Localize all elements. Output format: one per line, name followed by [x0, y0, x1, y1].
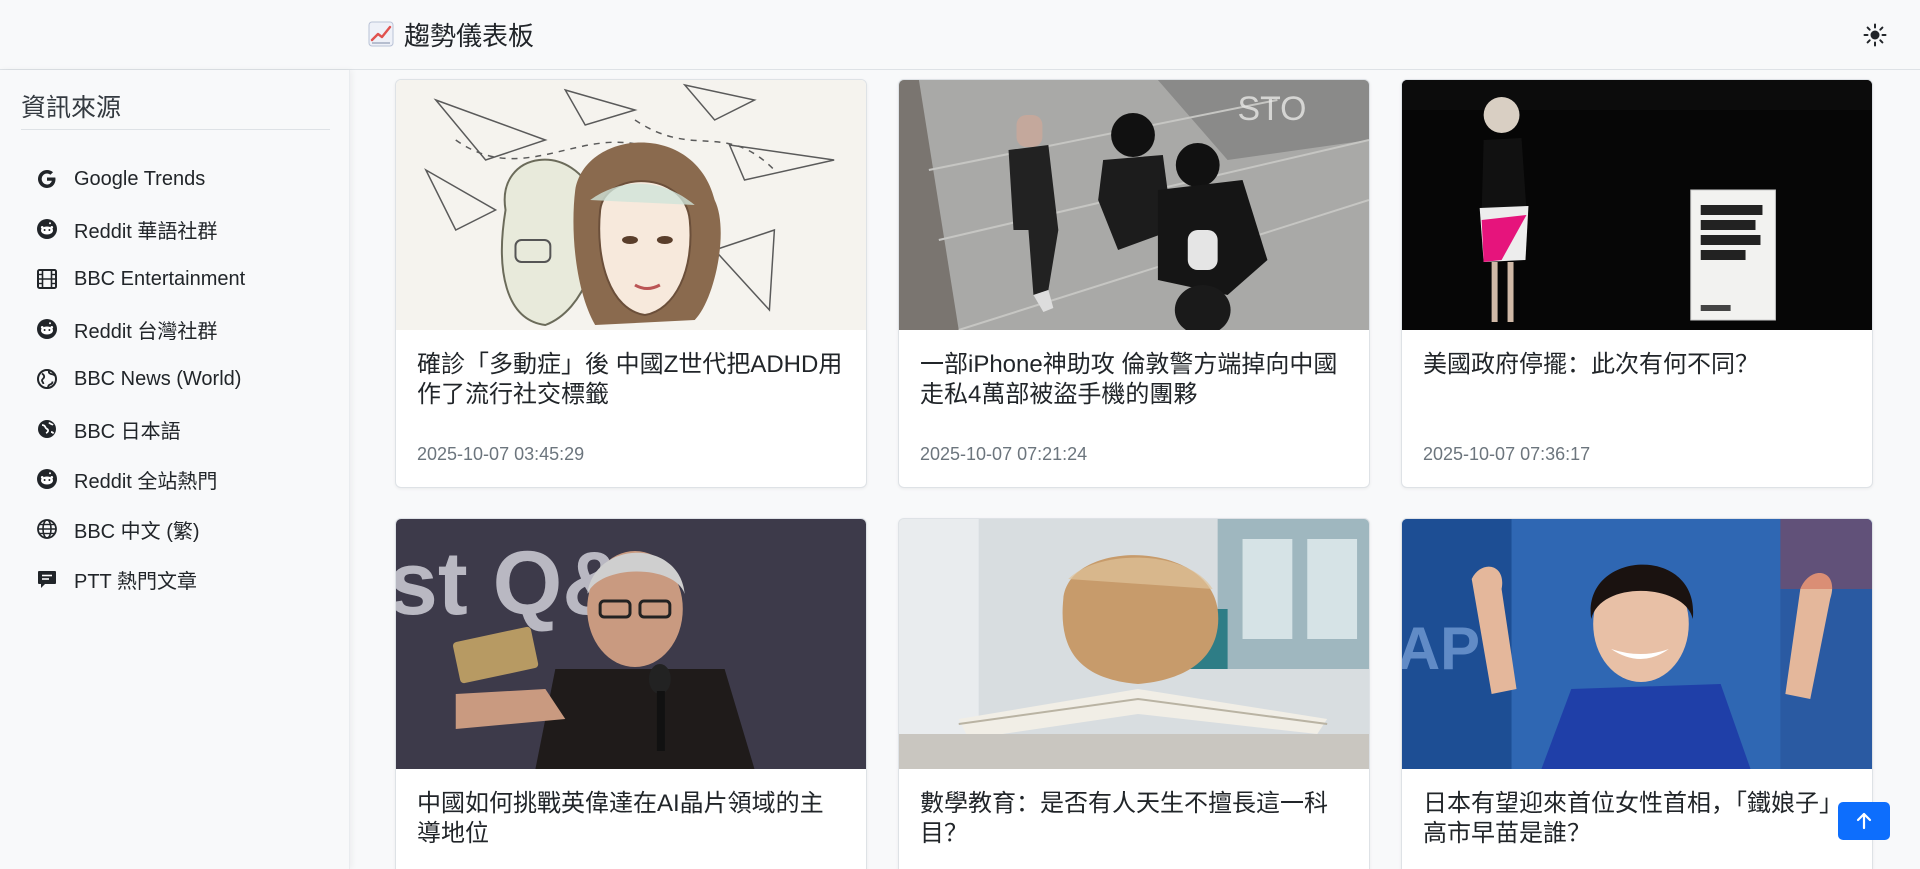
news-image-government-shutdown	[1402, 80, 1872, 330]
sidebar-item-bbc-japanese[interactable]: BBC 日本語	[36, 404, 336, 454]
source-nav: Google Trends Reddit 華語社群 BBC Entertainm…	[36, 154, 336, 604]
news-date: 2025-10-07 07:36:17	[1423, 444, 1591, 464]
sidebar-item-label: Reddit 全站熱門	[74, 470, 218, 493]
sidebar-item-reddit-taiwan[interactable]: Reddit 台灣社群	[36, 304, 336, 354]
news-date: 2025-10-07 03:45:29	[417, 444, 585, 464]
news-image-takaichi: AP	[1402, 519, 1872, 769]
sidebar-item-reddit-chinese[interactable]: Reddit 華語社群	[36, 204, 336, 254]
sidebar-item-reddit-popular[interactable]: Reddit 全站熱門	[36, 454, 336, 504]
film-icon	[37, 269, 57, 289]
theme-toggle-button[interactable]	[1858, 18, 1892, 52]
news-date: 2025-10-07 07:21:24	[920, 444, 1088, 464]
news-card[interactable]: AP 日本有望迎來首位女性首相，「鐵娘子」高市早苗是誰？	[1401, 518, 1873, 869]
news-title[interactable]: 美國政府停擺：此次有何不同？	[1423, 350, 1852, 410]
news-title[interactable]: 一部iPhone神助攻 倫敦警方端掉向中國走私4萬部被盜手機的團夥	[920, 350, 1349, 410]
globe-icon	[37, 519, 57, 539]
chart-increasing-icon	[368, 21, 394, 47]
sidebar-item-bbc-news-world[interactable]: BBC News (World)	[36, 354, 336, 404]
globe-asia-icon	[38, 420, 56, 438]
news-card[interactable]: 確診「多動症」後 中國Z世代把ADHD用作了流行社交標籤 2025-10-07 …	[395, 79, 867, 488]
news-image-nvidia-ceo: st Q&	[396, 519, 866, 769]
reddit-icon	[37, 219, 57, 239]
sidebar-item-google-trends[interactable]: Google Trends	[36, 154, 336, 204]
globe-americas-icon	[37, 369, 57, 389]
news-grid: 確診「多動症」後 中國Z世代把ADHD用作了流行社交標籤 2025-10-07 …	[350, 70, 1920, 869]
news-card[interactable]: 美國政府停擺：此次有何不同？ 2025-10-07 07:36:17	[1401, 79, 1873, 488]
sidebar-item-label: Reddit 台灣社群	[74, 320, 218, 343]
sidebar-item-label: BBC Entertainment	[74, 267, 246, 290]
sidebar-divider	[21, 129, 330, 130]
brand[interactable]: 趨勢儀表板	[368, 16, 534, 52]
scroll-to-top-button[interactable]	[1838, 802, 1890, 840]
sidebar: 資訊來源 Google Trends Reddit 華語社群 BBC Enter…	[0, 70, 350, 869]
news-title[interactable]: 日本有望迎來首位女性首相，「鐵娘子」高市早苗是誰？	[1423, 789, 1852, 849]
chat-square-text-icon	[38, 571, 56, 588]
reddit-icon	[37, 469, 57, 489]
news-card[interactable]: 數學教育：是否有人天生不擅長這一科目？	[898, 518, 1370, 869]
google-icon	[38, 170, 56, 188]
news-card[interactable]: STO 一部iPhone神助攻 倫敦警方端掉向中國走私4萬部被盜手機的團夥 20…	[898, 79, 1370, 488]
svg-text:AP: AP	[1402, 615, 1480, 682]
sidebar-item-label: PTT 熱門文章	[74, 570, 197, 593]
news-title[interactable]: 數學教育：是否有人天生不擅長這一科目？	[920, 789, 1349, 849]
news-image-child-book	[899, 519, 1369, 769]
svg-text:STO: STO	[1238, 90, 1307, 128]
news-title[interactable]: 確診「多動症」後 中國Z世代把ADHD用作了流行社交標籤	[417, 350, 846, 410]
sidebar-item-label: Google Trends	[74, 167, 206, 190]
sidebar-item-label: BBC News (World)	[74, 367, 242, 390]
news-image-london-street: STO	[899, 80, 1369, 330]
arrow-up-icon	[1856, 812, 1872, 830]
sidebar-item-label: BBC 日本語	[74, 420, 181, 443]
news-image-adhd-illustration	[396, 80, 866, 330]
top-navbar: 趨勢儀表板	[0, 0, 1920, 70]
news-card[interactable]: st Q& 中國如何挑戰英偉達在AI晶片領域的主導地位	[395, 518, 867, 869]
sidebar-item-label: BBC 中文 (繁)	[74, 520, 200, 543]
sidebar-title: 資訊來源	[21, 94, 122, 122]
sidebar-item-bbc-entertainment[interactable]: BBC Entertainment	[36, 254, 336, 304]
app-title: 趨勢儀表板	[404, 20, 535, 51]
sun-icon	[1863, 23, 1887, 47]
sidebar-item-ptt-hot[interactable]: PTT 熱門文章	[36, 554, 336, 604]
news-title[interactable]: 中國如何挑戰英偉達在AI晶片領域的主導地位	[417, 789, 846, 849]
sidebar-item-bbc-chinese-trad[interactable]: BBC 中文 (繁)	[36, 504, 336, 554]
reddit-icon	[37, 319, 57, 339]
sidebar-item-label: Reddit 華語社群	[74, 220, 218, 243]
